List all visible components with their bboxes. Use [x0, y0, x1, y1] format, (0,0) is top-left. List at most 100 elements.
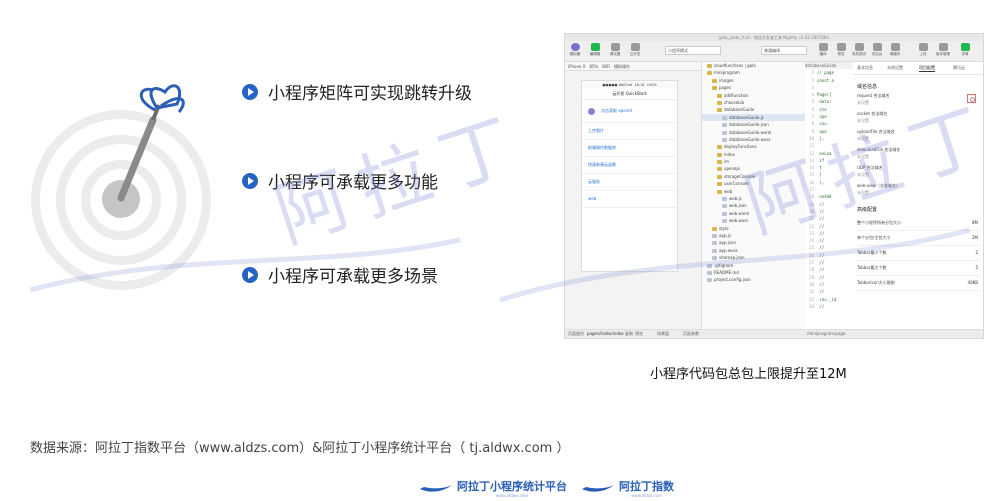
- device-debug-button[interactable]: 真机调试: [851, 43, 867, 57]
- mode-select[interactable]: 小程序模式: [665, 46, 721, 55]
- folder-icon: [717, 167, 722, 172]
- upload-button[interactable]: 上传: [915, 43, 931, 57]
- line-number: 4: [811, 92, 814, 98]
- tree-label: addFunction: [724, 92, 749, 98]
- compile-button[interactable]: 编译: [815, 43, 831, 57]
- folder-icon: [717, 93, 722, 98]
- details-icon: [960, 43, 970, 51]
- tab-basic-info[interactable]: 基本信息: [857, 65, 873, 71]
- list-item[interactable]: web: [582, 191, 677, 208]
- code-line: 4 Page({: [805, 91, 853, 98]
- compile-select[interactable]: 普通编译: [761, 46, 807, 55]
- folder-icon: [712, 86, 717, 91]
- tree-folder[interactable]: miniprogram: [702, 69, 806, 76]
- list-item[interactable]: 前端操作数据库: [582, 140, 677, 157]
- clear-cache-button[interactable]: 清缓存: [887, 43, 903, 57]
- simulator-button[interactable]: 模拟器: [567, 43, 583, 57]
- code-line: 1// page: [805, 69, 853, 76]
- tree-folder[interactable]: chooseLib: [702, 99, 806, 106]
- tree-label: cloudfunctions | gala: [714, 63, 756, 68]
- aldzs-logo: 阿拉丁指数 www.aldzs.com: [580, 478, 674, 498]
- file-icon: [722, 130, 727, 135]
- preview-button[interactable]: 预览: [833, 43, 849, 57]
- editor-icon: [590, 43, 600, 51]
- list-item[interactable]: 快速新建云函数: [582, 157, 677, 174]
- code-line: 6 ste: [805, 106, 853, 113]
- code-line: 2 const a: [805, 77, 853, 84]
- code-text: ste: [817, 106, 827, 112]
- code-tab[interactable]: databaseGuide: [805, 62, 853, 70]
- folder-icon: [707, 64, 712, 68]
- tree-folder[interactable]: cloudfunctions | gala: [702, 62, 806, 69]
- bullet-text: 小程序矩阵可实现跳转升级: [268, 84, 472, 104]
- folder-icon: [712, 78, 717, 83]
- panel-tabs: 基本信息 本地设置 项目配置 腾讯云: [853, 62, 983, 75]
- folder-icon: [707, 71, 712, 76]
- details-button[interactable]: 详情: [957, 43, 973, 57]
- simulator-icon: [570, 43, 580, 51]
- code-line: 3: [805, 84, 853, 91]
- line-number: 7: [811, 114, 814, 120]
- status-preview-link[interactable]: 预览: [635, 330, 643, 338]
- list-item[interactable]: 云服务: [582, 174, 677, 191]
- tree-label: databaseGuide.wxml: [729, 129, 772, 135]
- folder-icon: [717, 152, 722, 157]
- ide-status-bar: 页面路径 pages/index/index 复制 预览 场景值 页面参数 /m…: [565, 329, 983, 338]
- tab-tencent-cloud[interactable]: 腾讯云: [953, 65, 965, 71]
- status-copy-link[interactable]: 复制: [625, 330, 633, 338]
- cloud-icon: [630, 43, 640, 51]
- action-select[interactable]: 模拟操作: [614, 64, 630, 69]
- folder-icon: [717, 189, 722, 194]
- editor-button[interactable]: 编辑器: [587, 43, 603, 57]
- network-select[interactable]: WiFi: [602, 64, 610, 69]
- debugger-button[interactable]: 调试器: [607, 43, 623, 57]
- file-icon: [722, 137, 727, 142]
- file-icon: [722, 115, 727, 120]
- folder-icon: [717, 100, 722, 105]
- zoom-select[interactable]: 85%: [589, 64, 598, 69]
- background-button[interactable]: 切后台: [869, 43, 885, 57]
- code-text: // page: [817, 70, 834, 76]
- device-select[interactable]: iPhone X: [568, 64, 586, 69]
- tree-folder[interactable]: addFunction: [702, 92, 806, 99]
- debugger-icon: [610, 43, 620, 51]
- tree-folder[interactable]: databaseGuide: [702, 106, 806, 113]
- lamp-icon: [582, 485, 614, 492]
- line-number: 5: [811, 99, 814, 105]
- tree-file[interactable]: databaseGuide.js: [702, 113, 806, 122]
- avatar: [588, 107, 595, 115]
- tree-label: databaseGuide.js: [729, 114, 764, 120]
- setting-label: request 合法域名: [857, 93, 890, 98]
- status-options-label[interactable]: 页面参数: [683, 330, 699, 338]
- bullet-item: 小程序矩阵可实现跳转升级: [242, 79, 472, 104]
- tree-label: images: [719, 77, 734, 83]
- preview-icon: [836, 43, 846, 51]
- tree-label: databaseGuide.json: [729, 122, 769, 128]
- lamp-icon: [420, 485, 452, 492]
- get-openid-item[interactable]: 点击获取 openid: [582, 100, 677, 123]
- tree-folder[interactable]: images: [702, 77, 806, 84]
- code-text: Page({: [817, 92, 832, 98]
- folder-icon: [717, 108, 722, 113]
- background-icon: [872, 43, 882, 51]
- tree-label: databaseGuide: [724, 107, 755, 113]
- file-icon: [722, 197, 727, 202]
- tree-label: im: [724, 159, 730, 165]
- tree-label: web.json: [729, 203, 747, 209]
- upload-icon: [918, 43, 928, 51]
- tab-project-config[interactable]: 项目配置: [919, 65, 935, 72]
- line-number: 3: [811, 84, 814, 90]
- aldwx-logo: 阿拉丁小程序统计平台 www.aldwx.com: [418, 478, 567, 498]
- device-debug-icon: [854, 43, 864, 51]
- code-text: const a: [817, 77, 834, 83]
- tree-file[interactable]: databaseGuide.json: [702, 121, 806, 128]
- status-path-label: 页面路径: [568, 331, 584, 336]
- status-scene-label[interactable]: 场景值: [657, 330, 669, 338]
- list-item[interactable]: 上传图片: [582, 123, 677, 140]
- version-button[interactable]: 版本管理: [935, 43, 951, 57]
- cloud-button[interactable]: 云开发: [627, 43, 643, 57]
- line-number: 1: [811, 70, 814, 76]
- tab-local-settings[interactable]: 本地设置: [887, 65, 903, 71]
- tree-folder[interactable]: pages: [702, 84, 806, 91]
- folder-icon: [717, 174, 722, 179]
